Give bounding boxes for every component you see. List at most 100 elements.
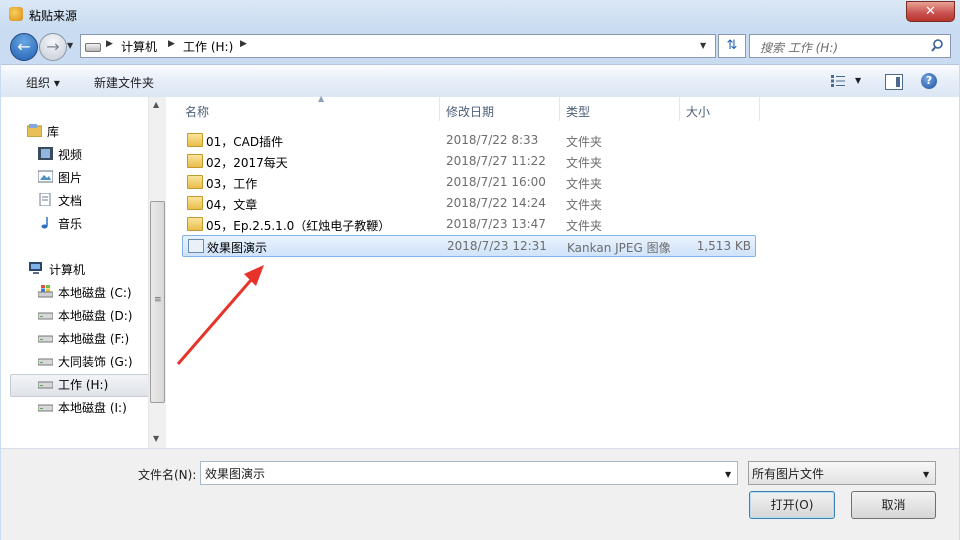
search-placeholder: 搜索 工作 (H:) — [760, 41, 839, 55]
filter-dropdown-icon[interactable]: ▼ — [923, 470, 929, 479]
file-modified: 2018/7/27 11:22 — [446, 154, 546, 168]
windows-drive-icon — [38, 285, 53, 298]
drive-icon — [38, 358, 53, 366]
file-type-filter-select[interactable]: 所有图片文件 ▼ — [748, 461, 936, 485]
file-row[interactable]: 03，工作 2018/7/21 16:00 文件夹 — [182, 172, 756, 192]
file-type: 文件夹 — [566, 135, 603, 149]
file-row[interactable]: 05，Ep.2.5.1.0（红烛电子教鞭） 2018/7/23 13:47 文件… — [182, 214, 756, 234]
column-header-size[interactable]: 大小 — [680, 97, 760, 121]
refresh-icon: ⇅ — [726, 38, 738, 53]
back-arrow-icon: ← — [17, 37, 31, 56]
column-divider[interactable] — [759, 97, 760, 121]
view-dropdown-icon[interactable]: ▼ — [855, 76, 861, 85]
preview-pane-icon[interactable] — [885, 74, 903, 90]
sidebar-item-label: 音乐 — [58, 217, 83, 231]
command-bar: 组织 ▾ 新建文件夹 ▼ ? — [1, 64, 959, 98]
breadcrumb-drive-h[interactable]: 工作 (H:) — [183, 38, 233, 55]
column-header-type[interactable]: 类型 — [560, 97, 680, 121]
file-name: 01，CAD插件 — [206, 135, 284, 149]
file-row[interactable]: 04，文章 2018/7/22 14:24 文件夹 — [182, 193, 756, 213]
window-title: 粘贴来源 — [29, 9, 78, 23]
annotation-arrow — [176, 265, 264, 365]
drive-icon — [38, 335, 53, 343]
cancel-button[interactable]: 取消 — [851, 491, 936, 519]
file-modified: 2018/7/21 16:00 — [446, 175, 546, 189]
title-bar: 粘贴来源 ✕ — [0, 0, 960, 28]
back-button[interactable]: ← — [10, 33, 38, 61]
file-list: ▲ 名称 修改日期 类型 大小 01，CAD插件 2018/7/22 8:33 … — [166, 94, 959, 448]
column-header-modified[interactable]: 修改日期 — [440, 97, 560, 121]
sidebar-item-label: 计算机 — [49, 263, 86, 277]
file-row[interactable]: 01，CAD插件 2018/7/22 8:33 文件夹 — [182, 130, 756, 150]
sort-ascending-icon: ▲ — [318, 94, 325, 103]
file-row-selected[interactable]: 效果图演示 2018/7/23 12:31 Kankan JPEG 图像 1,5… — [182, 235, 756, 257]
forward-arrow-icon: → — [46, 37, 60, 56]
sidebar-item-label: 本地磁盘 (D:) — [58, 309, 133, 323]
dialog-footer: 文件名(N): 效果图演示 ▼ 所有图片文件 ▼ 打开(O) 取消 — [1, 448, 959, 540]
file-modified: 2018/7/22 8:33 — [446, 133, 539, 147]
sidebar-item-label: 本地磁盘 (I:) — [58, 401, 127, 415]
sidebar-item-label: 本地磁盘 (F:) — [58, 332, 130, 346]
drive-icon — [38, 404, 53, 412]
address-bar[interactable]: ▶ 计算机 ▶ 工作 (H:) ▶ — [80, 34, 716, 58]
drive-icon — [38, 381, 53, 389]
sidebar-scrollbar[interactable]: ▲ ≡ ▼ — [148, 97, 166, 448]
file-modified: 2018/7/23 13:47 — [446, 217, 546, 231]
filename-input[interactable]: 效果图演示 ▼ — [200, 461, 738, 485]
address-dropdown-icon[interactable]: ▼ — [700, 41, 706, 50]
recent-pages-dropdown-icon[interactable]: ▼ — [67, 41, 73, 50]
folder-icon — [187, 175, 203, 189]
sidebar-item-label: 库 — [47, 125, 60, 139]
folder-icon — [187, 217, 203, 231]
sidebar-item-label: 大同装饰 (G:) — [58, 355, 133, 369]
sidebar-item-label: 图片 — [58, 171, 83, 185]
view-options-icon[interactable] — [831, 75, 845, 87]
sidebar-item-label: 文档 — [58, 194, 83, 208]
filename-dropdown-icon[interactable]: ▼ — [725, 470, 731, 479]
organize-button[interactable]: 组织 ▾ — [26, 74, 60, 91]
file-name: 04，文章 — [206, 198, 258, 212]
breadcrumb-separator-icon[interactable]: ▶ — [106, 39, 113, 49]
column-header-name[interactable]: ▲ 名称 — [179, 94, 439, 121]
document-icon — [39, 193, 51, 206]
help-icon[interactable]: ? — [921, 73, 937, 89]
folder-icon — [187, 154, 203, 168]
picture-icon — [38, 170, 53, 183]
forward-button[interactable]: → — [39, 33, 67, 61]
file-name: 05，Ep.2.5.1.0（红烛电子教鞭） — [206, 219, 391, 233]
file-modified: 2018/7/22 14:24 — [446, 196, 546, 210]
file-type: 文件夹 — [566, 177, 603, 191]
breadcrumb-computer[interactable]: 计算机 — [121, 38, 157, 55]
search-icon — [931, 39, 943, 52]
new-folder-button[interactable]: 新建文件夹 — [94, 74, 154, 91]
computer-icon — [29, 262, 42, 274]
breadcrumb-separator-icon[interactable]: ▶ — [168, 39, 175, 49]
scroll-down-icon[interactable]: ▼ — [153, 434, 159, 443]
grip-icon: ≡ — [154, 295, 162, 305]
search-input[interactable]: 搜索 工作 (H:) — [749, 34, 951, 58]
file-name: 03，工作 — [206, 177, 258, 191]
filename-label: 文件名(N): — [138, 468, 197, 482]
jpeg-file-icon — [188, 239, 204, 253]
folder-icon — [187, 133, 203, 147]
file-row[interactable]: 02，2017每天 2018/7/27 11:22 文件夹 — [182, 151, 756, 171]
library-icon — [27, 124, 42, 137]
file-modified: 2018/7/23 12:31 — [447, 239, 547, 253]
scroll-up-icon[interactable]: ▲ — [153, 100, 159, 109]
file-type: 文件夹 — [566, 219, 603, 233]
file-name: 效果图演示 — [207, 241, 268, 255]
scrollbar-thumb[interactable]: ≡ — [150, 201, 165, 403]
video-icon — [38, 147, 53, 160]
open-button[interactable]: 打开(O) — [749, 491, 835, 519]
file-name: 02，2017每天 — [206, 156, 288, 170]
filename-value: 效果图演示 — [205, 467, 266, 481]
breadcrumb-separator-icon[interactable]: ▶ — [240, 39, 247, 49]
open-file-dialog: 粘贴来源 ✕ ← → ▼ ▶ 计算机 ▶ 工作 (H:) ▶ ▼ ⇅ 搜索 工作… — [0, 0, 960, 540]
sidebar-item-label: 视频 — [58, 148, 83, 162]
drive-icon — [85, 43, 101, 52]
close-button[interactable]: ✕ — [906, 1, 955, 22]
file-type: 文件夹 — [566, 156, 603, 170]
file-size: 1,513 KB — [696, 239, 751, 253]
refresh-button[interactable]: ⇅ — [718, 34, 746, 58]
file-type: Kankan JPEG 图像 — [567, 241, 671, 255]
